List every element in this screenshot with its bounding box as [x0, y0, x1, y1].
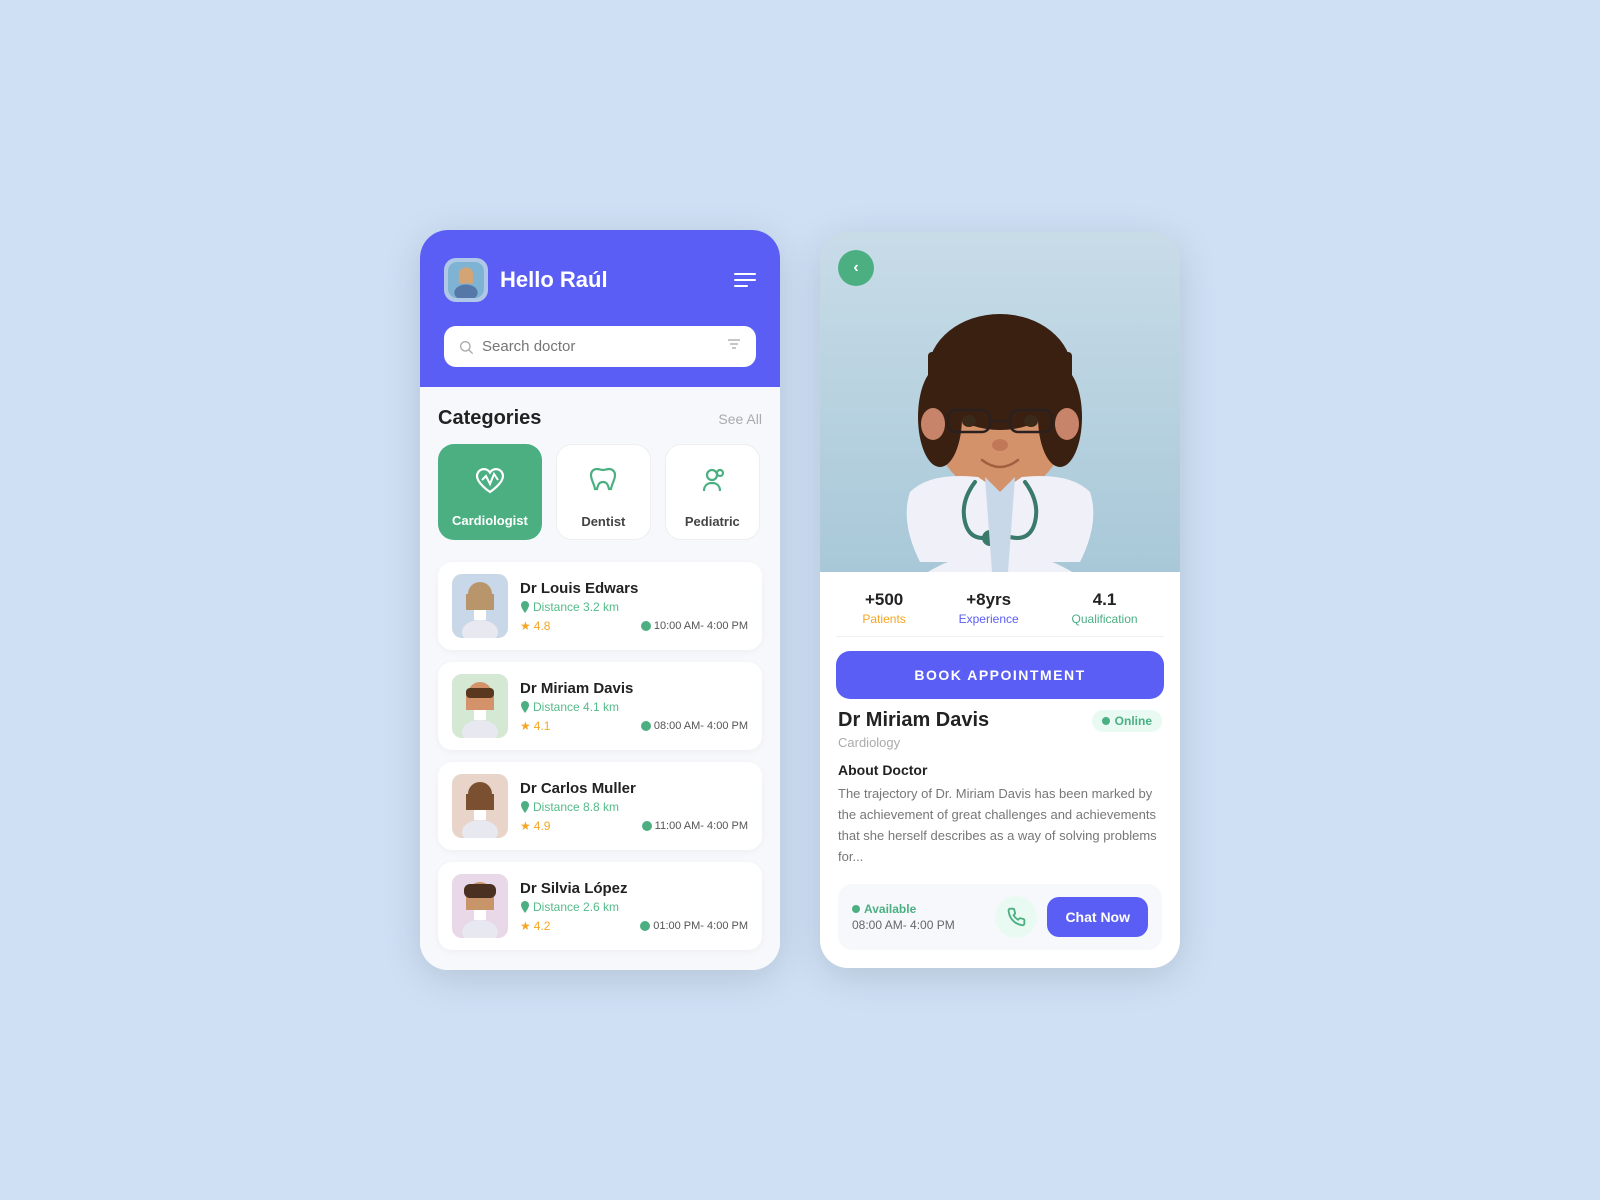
- online-badge: Online: [1092, 710, 1162, 732]
- avail-dot: [852, 905, 860, 913]
- doctor-card-0[interactable]: Dr Louis Edwars Distance 3.2 km ★ 4.8 10…: [438, 562, 762, 650]
- chat-now-button[interactable]: Chat Now: [1047, 897, 1148, 937]
- about-title: About Doctor: [838, 762, 1162, 778]
- bottom-action-row: Available 08:00 AM- 4:00 PM Chat Now: [838, 884, 1162, 950]
- doctor-info-1: Dr Miriam Davis Distance 4.1 km ★ 4.1 08…: [520, 680, 748, 733]
- stat-value-patients: +500: [862, 590, 905, 610]
- stat-patients: +500 Patients: [862, 590, 905, 626]
- phone-body: Categories See All Cardiologist: [420, 387, 780, 970]
- header-left: Hello Raúl: [444, 258, 608, 302]
- doctor-meta-0: ★ 4.8 10:00 AM- 4:00 PM: [520, 619, 748, 633]
- stats-row: +500 Patients +8yrs Experience 4.1 Quali…: [836, 572, 1164, 637]
- doctor-avatar-1: [452, 674, 508, 738]
- pediatric-label: Pediatric: [685, 514, 740, 529]
- search-icon: [458, 339, 474, 355]
- stat-label-experience: Experience: [959, 612, 1019, 626]
- search-input[interactable]: [482, 338, 718, 355]
- book-appointment-button[interactable]: BOOK APPOINTMENT: [836, 651, 1164, 699]
- menu-icon[interactable]: [734, 273, 756, 287]
- greeting-text: Hello Raúl: [500, 267, 608, 293]
- doctor-meta-2: ★ 4.9 11:00 AM- 4:00 PM: [520, 819, 748, 833]
- doctor-list: Dr Louis Edwars Distance 3.2 km ★ 4.8 10…: [438, 562, 762, 950]
- doctor-specialty: Cardiology: [838, 735, 1162, 750]
- stat-value-qualification: 4.1: [1072, 590, 1138, 610]
- doctor-time-0: 10:00 AM- 4:00 PM: [641, 620, 748, 632]
- available-info: Available 08:00 AM- 4:00 PM: [852, 902, 985, 932]
- doctor-time-1: 08:00 AM- 4:00 PM: [641, 720, 748, 732]
- doctor-card-3[interactable]: Dr Silvia López Distance 2.6 km ★ 4.2 01…: [438, 862, 762, 950]
- doctor-distance-3: Distance 2.6 km: [520, 900, 748, 914]
- doctor-name-0: Dr Louis Edwars: [520, 580, 748, 597]
- available-time: 08:00 AM- 4:00 PM: [852, 918, 985, 932]
- stat-qualification: 4.1 Qualification: [1072, 590, 1138, 626]
- doctor-card-1[interactable]: Dr Miriam Davis Distance 4.1 km ★ 4.1 08…: [438, 662, 762, 750]
- user-avatar: [444, 258, 488, 302]
- doctor-rating-0: ★ 4.8: [520, 619, 550, 633]
- pediatric-icon: [694, 463, 730, 506]
- doctor-info-2: Dr Carlos Muller Distance 8.8 km ★ 4.9 1…: [520, 780, 748, 833]
- stat-label-qualification: Qualification: [1072, 612, 1138, 626]
- see-all-button[interactable]: See All: [718, 411, 762, 427]
- dentist-icon: [585, 463, 621, 506]
- category-cardiologist[interactable]: Cardiologist: [438, 444, 542, 540]
- search-bar-container: [420, 326, 780, 387]
- right-body: Dr Miriam Davis Online Cardiology About …: [820, 709, 1180, 967]
- doctor-info-0: Dr Louis Edwars Distance 3.2 km ★ 4.8 10…: [520, 580, 748, 633]
- doctor-meta-3: ★ 4.2 01:00 PM- 4:00 PM: [520, 919, 748, 933]
- left-phone: Hello Raúl Categories See All: [420, 230, 780, 970]
- doctor-rating-3: ★ 4.2: [520, 919, 550, 933]
- phone-icon: [1006, 907, 1026, 927]
- doctor-info-3: Dr Silvia López Distance 2.6 km ★ 4.2 01…: [520, 880, 748, 933]
- doctor-rating-1: ★ 4.1: [520, 719, 550, 733]
- app-header: Hello Raúl: [420, 230, 780, 326]
- category-dentist[interactable]: Dentist: [556, 444, 651, 540]
- categories-title: Categories: [438, 407, 541, 430]
- stat-experience: +8yrs Experience: [959, 590, 1019, 626]
- doctor-meta-1: ★ 4.1 08:00 AM- 4:00 PM: [520, 719, 748, 733]
- doctor-time-3: 01:00 PM- 4:00 PM: [640, 920, 748, 932]
- stat-value-experience: +8yrs: [959, 590, 1019, 610]
- doctor-name-2: Dr Carlos Muller: [520, 780, 748, 797]
- doctor-photo-section: ‹: [820, 232, 1180, 572]
- search-input-wrap: [444, 326, 756, 367]
- doctor-photo: [820, 232, 1180, 572]
- about-text: The trajectory of Dr. Miriam Davis has b…: [838, 784, 1162, 867]
- doctor-distance-1: Distance 4.1 km: [520, 700, 748, 714]
- available-label: Available: [852, 902, 985, 916]
- online-label: Online: [1115, 714, 1152, 728]
- stat-label-patients: Patients: [862, 612, 905, 626]
- doctor-name-3: Dr Silvia López: [520, 880, 748, 897]
- doctor-rating-2: ★ 4.9: [520, 819, 550, 833]
- doctor-name-1: Dr Miriam Davis: [520, 680, 748, 697]
- cardiologist-label: Cardiologist: [452, 513, 528, 528]
- doctor-fullname: Dr Miriam Davis: [838, 709, 989, 732]
- filter-icon[interactable]: [726, 336, 742, 357]
- doctor-avatar-2: [452, 774, 508, 838]
- doctor-time-2: 11:00 AM- 4:00 PM: [642, 820, 748, 832]
- online-dot: [1102, 717, 1110, 725]
- category-pediatric[interactable]: Pediatric: [665, 444, 760, 540]
- doctor-card-2[interactable]: Dr Carlos Muller Distance 8.8 km ★ 4.9 1…: [438, 762, 762, 850]
- dentist-label: Dentist: [581, 514, 625, 529]
- phone-call-button[interactable]: [995, 896, 1037, 938]
- right-phone: ‹: [820, 232, 1180, 967]
- cardiologist-icon: [472, 462, 508, 505]
- doctor-distance-2: Distance 8.8 km: [520, 800, 748, 814]
- doctor-avatar-0: [452, 574, 508, 638]
- categories-row: Cardiologist Dentist Ped: [438, 444, 762, 540]
- doctor-name-row: Dr Miriam Davis Online: [838, 709, 1162, 732]
- categories-header: Categories See All: [438, 407, 762, 430]
- doctor-avatar-3: [452, 874, 508, 938]
- doctor-distance-0: Distance 3.2 km: [520, 600, 748, 614]
